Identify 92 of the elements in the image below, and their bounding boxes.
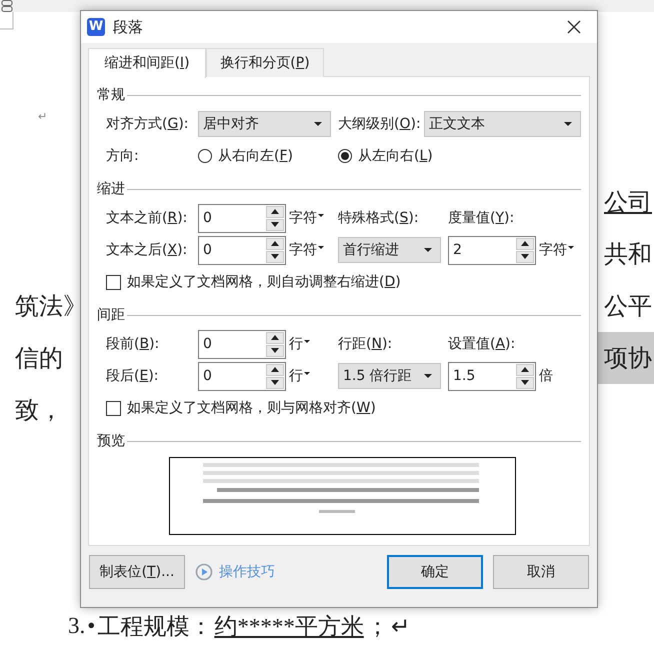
spin-down-button[interactable]	[516, 250, 534, 262]
ok-button[interactable]: 确定	[387, 555, 483, 589]
tab-stops-button[interactable]: 制表位(T)...	[89, 555, 185, 589]
page-break-icon	[0, 0, 14, 12]
section-title: 缩进	[97, 180, 125, 198]
spin-up-button[interactable]	[266, 332, 284, 344]
document-text: 公司	[603, 189, 653, 218]
caret-down-icon	[568, 246, 574, 248]
document-text: 共和	[603, 241, 653, 270]
outline-level-dropdown[interactable]: 正文文本	[424, 111, 581, 137]
form-label: 文本之前(R):	[106, 209, 188, 227]
window-title: 段落	[113, 18, 143, 36]
checkbox[interactable]	[106, 274, 121, 290]
caret-down-icon	[318, 246, 324, 248]
radio-label: 从右向左(F)	[218, 147, 293, 165]
radio-button[interactable]	[198, 149, 212, 163]
unit-menu[interactable]: 行	[289, 335, 310, 353]
spin-down-button[interactable]	[266, 218, 284, 230]
caret-down-icon	[424, 374, 432, 378]
section-title: 间距	[97, 306, 125, 324]
form-label: 文本之后(X):	[106, 241, 188, 259]
spin-down-button[interactable]	[266, 376, 284, 388]
triangle-down-icon	[271, 222, 279, 227]
radio-label: 从左向右(L)	[358, 147, 433, 165]
line-spacing-dropdown[interactable]: 1.5 倍行距	[338, 363, 441, 389]
document-text: 3.	[68, 613, 86, 639]
document-text: 信的	[15, 345, 63, 374]
cancel-button[interactable]: 取消	[493, 555, 589, 589]
special-format-dropdown[interactable]: 首行缩进	[338, 237, 441, 263]
document-text: ；	[366, 612, 389, 640]
document-text: 公平	[603, 293, 653, 322]
checkbox-label: 如果定义了文档网格，则自动调整右缩进(D)	[127, 273, 401, 291]
spin-up-button[interactable]	[516, 238, 534, 250]
triangle-down-icon	[271, 348, 279, 353]
document-text: •	[87, 613, 96, 639]
paragraph-mark: ↵	[38, 110, 48, 124]
form-label: 对齐方式(G):	[106, 115, 190, 133]
unit-menu[interactable]: 字符	[289, 209, 324, 227]
document-text: ↵	[390, 612, 410, 640]
caret-down-icon	[564, 122, 572, 126]
caret-down-icon	[424, 248, 432, 252]
page-corner-mark	[0, 12, 14, 30]
form-label: 方向:	[106, 147, 140, 165]
document-text: 工程规模：	[97, 612, 212, 640]
spin-down-button[interactable]	[516, 376, 534, 388]
tab[interactable]: 缩进和间距(I)	[88, 48, 206, 78]
caret-down-icon	[314, 122, 322, 126]
app-logo-icon: W	[87, 18, 105, 36]
spin-up-button[interactable]	[266, 206, 284, 218]
triangle-down-icon	[521, 254, 529, 259]
unit-menu[interactable]: 字符	[539, 241, 574, 259]
triangle-up-icon	[271, 241, 279, 246]
triangle-down-icon	[271, 380, 279, 385]
document-text: 约*****平方米	[214, 612, 364, 640]
checkbox[interactable]	[106, 400, 121, 416]
triangle-up-icon	[521, 367, 529, 372]
unit-label: 倍	[539, 367, 553, 385]
section-title: 常规	[97, 86, 125, 104]
section-title: 预览	[97, 432, 125, 450]
document-text: 筑法》	[15, 293, 87, 322]
caret-down-icon	[304, 340, 310, 342]
triangle-up-icon	[271, 367, 279, 372]
close-button[interactable]	[565, 18, 583, 36]
form-label: 大纲级别(O):	[338, 115, 422, 133]
close-icon	[567, 20, 581, 34]
alignment-dropdown[interactable]: 居中对齐	[198, 111, 331, 137]
spin-up-button[interactable]	[266, 238, 284, 250]
form-label: 特殊格式(S):	[338, 209, 420, 227]
triangle-down-icon	[271, 254, 279, 259]
form-label: 度量值(Y):	[448, 209, 516, 227]
checkbox-label: 如果定义了文档网格，则与网格对齐(W)	[127, 399, 376, 417]
triangle-up-icon	[521, 241, 529, 246]
form-label: 段后(E):	[106, 367, 160, 385]
document-text: 致，	[15, 397, 63, 426]
triangle-down-icon	[521, 380, 529, 385]
caret-down-icon	[304, 372, 310, 374]
spin-up-button[interactable]	[516, 364, 534, 376]
tab[interactable]: 换行和分页(P)	[206, 48, 324, 77]
caret-down-icon	[318, 214, 324, 216]
unit-menu[interactable]: 字符	[289, 241, 324, 259]
triangle-up-icon	[271, 335, 279, 340]
spin-up-button[interactable]	[266, 364, 284, 376]
form-label: 行距(N):	[338, 335, 394, 353]
play-circle-icon	[195, 563, 213, 581]
spin-down-button[interactable]	[266, 344, 284, 356]
spin-down-button[interactable]	[266, 250, 284, 262]
triangle-up-icon	[271, 209, 279, 214]
unit-menu[interactable]: 行	[289, 367, 310, 385]
form-label: 设置值(A):	[448, 335, 516, 353]
form-label: 段前(B):	[106, 335, 160, 353]
radio-button[interactable]	[338, 149, 352, 163]
document-text: 项协	[596, 332, 654, 384]
